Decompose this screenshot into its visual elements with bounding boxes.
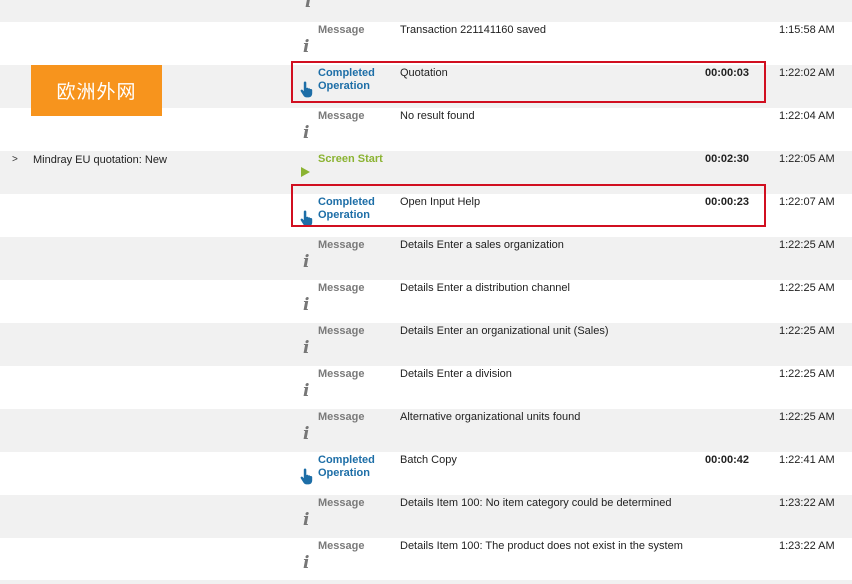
info-icon: i bbox=[303, 37, 310, 57]
entry-time: 1:22:02 AM bbox=[779, 67, 835, 79]
info-icon: i bbox=[303, 295, 310, 315]
entry-description: Details Enter a distribution channel bbox=[400, 282, 570, 294]
entry-type: Screen Start bbox=[318, 153, 383, 165]
entry-description: Details Enter an organizational unit (Sa… bbox=[400, 325, 609, 337]
entry-duration: 00:02:30 bbox=[705, 153, 750, 165]
play-triangle-icon bbox=[299, 166, 317, 186]
entry-description: Details Enter a division bbox=[400, 368, 512, 380]
entry-time: 1:22:07 AM bbox=[779, 196, 835, 208]
entry-description: Details Enter a sales organization bbox=[400, 239, 564, 251]
entry-time: 1:22:25 AM bbox=[779, 368, 835, 380]
entry-time: 1:22:04 AM bbox=[779, 110, 835, 122]
log-row[interactable]: Message i Alternative organizational units… bbox=[0, 409, 852, 452]
entry-description: Details Item 100: No item category could… bbox=[400, 497, 672, 509]
entry-type: Message bbox=[318, 540, 365, 552]
entry-time: 1:22:25 AM bbox=[779, 239, 835, 251]
info-icon: i bbox=[303, 553, 310, 573]
entry-description: Batch Copy bbox=[400, 454, 457, 466]
entry-type: Completed Operation bbox=[318, 454, 375, 479]
entry-time: 1:22:25 AM bbox=[779, 325, 835, 337]
info-icon: i bbox=[303, 252, 310, 272]
overlay-badge: 欧洲外网 bbox=[31, 65, 162, 116]
log-row[interactable]: Completed Operation Batch Copy 00:00:42 1:2… bbox=[0, 452, 852, 495]
info-icon: i bbox=[303, 338, 310, 358]
entry-type: Message bbox=[318, 110, 365, 122]
log-row[interactable]: Message i Transaction 221141160 saved 1:15:… bbox=[0, 22, 852, 65]
hand-pointer-icon bbox=[299, 467, 317, 487]
entry-time: 1:22:41 AM bbox=[779, 454, 835, 466]
entry-type: Message bbox=[318, 497, 365, 509]
entry-type: Message bbox=[318, 282, 365, 294]
entry-type: Message bbox=[318, 24, 365, 36]
entry-time: 1:22:05 AM bbox=[779, 153, 835, 165]
bottom-strip bbox=[0, 580, 852, 584]
info-icon: i bbox=[305, 0, 312, 12]
log-row[interactable]: Message i Details Enter a distribution cha… bbox=[0, 280, 852, 323]
log-row[interactable]: Message i Details Enter a sales organizati… bbox=[0, 237, 852, 280]
entry-type: Message bbox=[318, 368, 365, 380]
log-row[interactable]: Message i Details Enter a division 1:22:25 … bbox=[0, 366, 852, 409]
entry-time: 1:22:25 AM bbox=[779, 411, 835, 423]
entry-description: Transaction 221141160 saved bbox=[400, 24, 546, 36]
highlight-box-open-input-help bbox=[291, 184, 766, 227]
entry-type: Message bbox=[318, 239, 365, 251]
previous-row-strip: i bbox=[0, 0, 852, 22]
entry-time: 1:15:58 AM bbox=[779, 24, 835, 36]
entry-description: Details Item 100: The product does not e… bbox=[400, 540, 683, 552]
info-icon: i bbox=[303, 424, 310, 444]
step-name: Mindray EU quotation: New bbox=[33, 154, 167, 166]
highlight-box-quotation bbox=[291, 61, 766, 103]
log-row[interactable]: Message i Details Enter an organizational … bbox=[0, 323, 852, 366]
entry-description: No result found bbox=[400, 110, 475, 122]
log-row[interactable]: Message i Details Item 100: No item catego… bbox=[0, 495, 852, 538]
entry-description: Alternative organizational units found bbox=[400, 411, 581, 423]
entry-time: 1:23:22 AM bbox=[779, 540, 835, 552]
expand-toggle[interactable]: > bbox=[12, 154, 18, 165]
entry-type: Message bbox=[318, 325, 365, 337]
log-row[interactable]: Message i Details Item 100: The product do… bbox=[0, 538, 852, 581]
info-icon: i bbox=[303, 381, 310, 401]
entry-time: 1:22:25 AM bbox=[779, 282, 835, 294]
entry-type: Message bbox=[318, 411, 365, 423]
entry-duration: 00:00:42 bbox=[705, 454, 750, 466]
info-icon: i bbox=[303, 510, 310, 530]
info-icon: i bbox=[303, 123, 310, 143]
entry-time: 1:23:22 AM bbox=[779, 497, 835, 509]
